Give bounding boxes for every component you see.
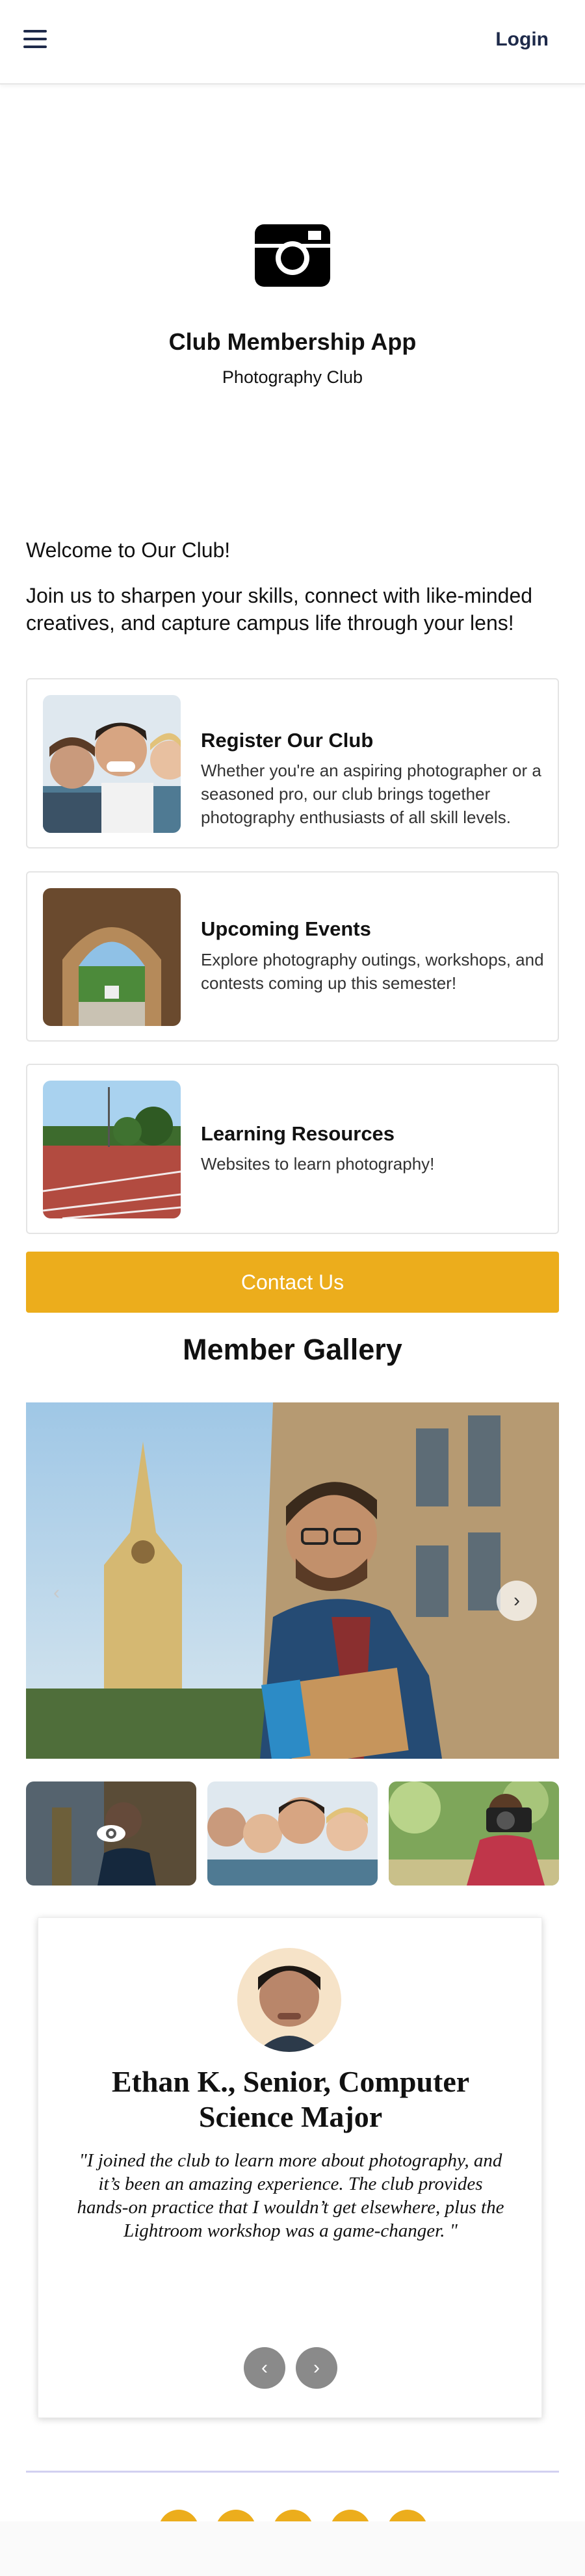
app-subtitle: Photography Club [222, 367, 363, 387]
card-register[interactable]: Register Our Club Whether you're an aspi… [26, 678, 559, 848]
running-track-image [43, 1081, 181, 1218]
card-description: Whether you're an aspiring photographer … [201, 761, 541, 827]
gallery-thumbnail-active[interactable] [26, 1781, 196, 1886]
section-divider [26, 2471, 559, 2473]
contact-us-button[interactable]: Contact Us [26, 1252, 559, 1313]
welcome-intro: Join us to sharpen your skills, connect … [26, 584, 533, 635]
testimonial-next-button[interactable]: › [296, 2347, 337, 2389]
card-title: Upcoming Events [201, 917, 371, 940]
card-title: Register Our Club [201, 729, 374, 752]
gallery-main-image [26, 1402, 559, 1759]
testimonial-name: Ethan K., Senior, Computer Science Major [111, 2065, 470, 2133]
camera-icon [255, 224, 330, 287]
card-events[interactable]: Upcoming Events Explore photography outi… [26, 871, 559, 1042]
hamburger-menu-icon[interactable] [23, 30, 48, 52]
testimonial-quote: "I joined the club to learn more about p… [77, 2150, 504, 2241]
gallery-next-icon[interactable]: › [497, 1581, 537, 1621]
card-description: Websites to learn photography! [201, 1154, 435, 1174]
gallery-prev-icon[interactable]: ‹ [53, 1582, 60, 1604]
login-button[interactable]: Login [495, 29, 549, 51]
gallery-title: Member Gallery [183, 1333, 402, 1366]
card-title: Learning Resources [201, 1122, 395, 1145]
card-resources[interactable]: Learning Resources Websites to learn pho… [26, 1064, 559, 1234]
testimonial-card: Ethan K., Senior, Computer Science Major… [38, 1917, 542, 2418]
testimonial-avatar [237, 1948, 341, 2052]
top-app-bar: Login [0, 0, 585, 85]
welcome-heading: Welcome to Our Club! [26, 538, 231, 562]
gallery-thumbnail[interactable] [207, 1781, 378, 1886]
card-description: Explore photography outings, workshops, … [201, 950, 544, 993]
app-title: Club Membership App [168, 328, 417, 355]
gallery-thumbnail[interactable] [389, 1781, 559, 1886]
group-selfie-image [43, 695, 181, 833]
bottom-edge [0, 2521, 585, 2576]
testimonial-prev-button[interactable]: ‹ [244, 2347, 285, 2389]
archway-image [43, 888, 181, 1026]
